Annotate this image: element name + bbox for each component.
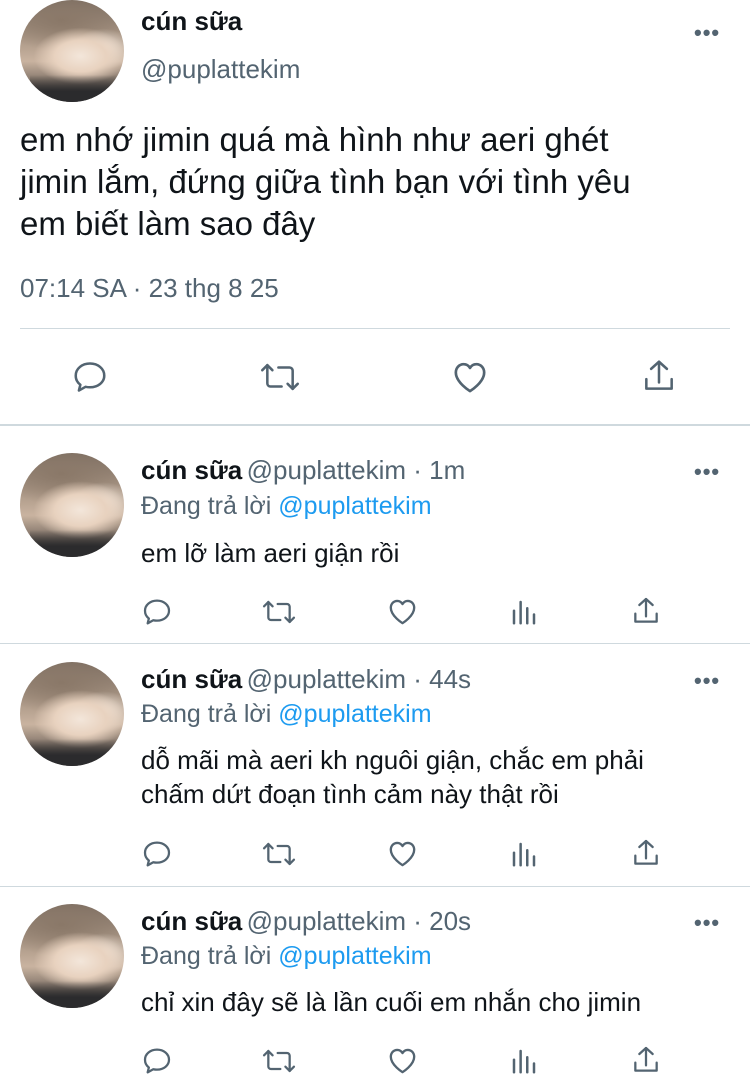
avatar[interactable]	[20, 662, 124, 766]
like-icon[interactable]	[386, 595, 419, 628]
author-handle[interactable]: @puplattekim · 44s	[247, 664, 471, 694]
reply-icon[interactable]	[141, 1045, 173, 1077]
more-options-icon[interactable]: •••	[694, 459, 720, 485]
more-options-icon[interactable]: •••	[694, 910, 720, 936]
retweet-icon[interactable]	[259, 358, 301, 396]
reply-text-line: em lỡ làm aeri giận rồi	[141, 538, 400, 568]
reply-header: cún sữa @puplattekim · 20s	[141, 906, 471, 937]
replying-prefix: Đang trả lời	[141, 492, 272, 520]
author-handle[interactable]: @puplattekim · 1m	[247, 455, 466, 485]
replying-handle-link[interactable]: @puplattekim	[278, 700, 431, 728]
tweet-timestamp[interactable]: 07:14 SA · 23 thg 8 25	[20, 273, 279, 304]
tweet-text: em nhớ jimin quá mà hình như aeri ghét j…	[20, 119, 631, 245]
divider	[0, 643, 750, 644]
views-icon[interactable]	[508, 839, 540, 869]
author-name[interactable]: cún sữa	[141, 906, 242, 936]
reply-icon[interactable]	[141, 838, 173, 870]
retweet-icon[interactable]	[261, 1045, 297, 1077]
views-icon[interactable]	[508, 597, 540, 627]
author-name[interactable]: cún sữa	[141, 664, 242, 694]
tweet-text-line: em nhớ jimin quá mà hình như aeri ghét	[20, 121, 609, 158]
reply-text: dỗ mãi mà aeri kh nguôi giận, chắc em ph…	[141, 743, 644, 811]
share-icon[interactable]	[640, 356, 678, 396]
divider	[0, 886, 750, 887]
reply-text-line: dỗ mãi mà aeri kh nguôi giận, chắc em ph…	[141, 745, 644, 775]
replying-to: Đang trả lời @puplattekim	[141, 492, 432, 521]
reply-text: em lỡ làm aeri giận rồi	[141, 536, 399, 570]
share-icon[interactable]	[630, 1044, 662, 1076]
reply-icon[interactable]	[141, 596, 173, 628]
author-name[interactable]: cún sữa	[141, 6, 242, 37]
replying-handle-link[interactable]: @puplattekim	[278, 492, 431, 520]
reply-header: cún sữa @puplattekim · 44s	[141, 664, 471, 695]
like-icon[interactable]	[386, 1044, 419, 1077]
reply-icon[interactable]	[71, 358, 109, 396]
replying-prefix: Đang trả lời	[141, 700, 272, 728]
reply-header: cún sữa @puplattekim · 1m	[141, 455, 465, 486]
like-icon[interactable]	[450, 357, 490, 397]
author-name[interactable]: cún sữa	[141, 455, 242, 485]
avatar[interactable]	[20, 0, 124, 102]
retweet-icon[interactable]	[261, 596, 297, 628]
tweet-text-line: em biết làm sao đây	[20, 205, 316, 242]
more-options-icon[interactable]: •••	[694, 20, 720, 46]
share-icon[interactable]	[630, 837, 662, 869]
reply-text: chỉ xin đây sẽ là lần cuối em nhắn cho j…	[141, 985, 641, 1019]
share-icon[interactable]	[630, 595, 662, 627]
author-handle[interactable]: @puplattekim	[141, 54, 300, 85]
replying-to: Đang trả lời @puplattekim	[141, 700, 432, 729]
more-options-icon[interactable]: •••	[694, 668, 720, 694]
tweet-text-line: jimin lắm, đứng giữa tình bạn với tình y…	[20, 163, 631, 200]
author-handle[interactable]: @puplattekim · 20s	[247, 906, 471, 936]
replying-to: Đang trả lời @puplattekim	[141, 942, 432, 971]
divider	[0, 424, 750, 426]
reply-text-line: chấm dứt đoạn tình cảm này thật rồi	[141, 779, 559, 809]
avatar[interactable]	[20, 904, 124, 1008]
retweet-icon[interactable]	[261, 838, 297, 870]
avatar[interactable]	[20, 453, 124, 557]
divider	[20, 328, 730, 329]
replying-handle-link[interactable]: @puplattekim	[278, 942, 431, 970]
like-icon[interactable]	[386, 837, 419, 870]
replying-prefix: Đang trả lời	[141, 942, 272, 970]
reply-text-line: chỉ xin đây sẽ là lần cuối em nhắn cho j…	[141, 987, 642, 1017]
